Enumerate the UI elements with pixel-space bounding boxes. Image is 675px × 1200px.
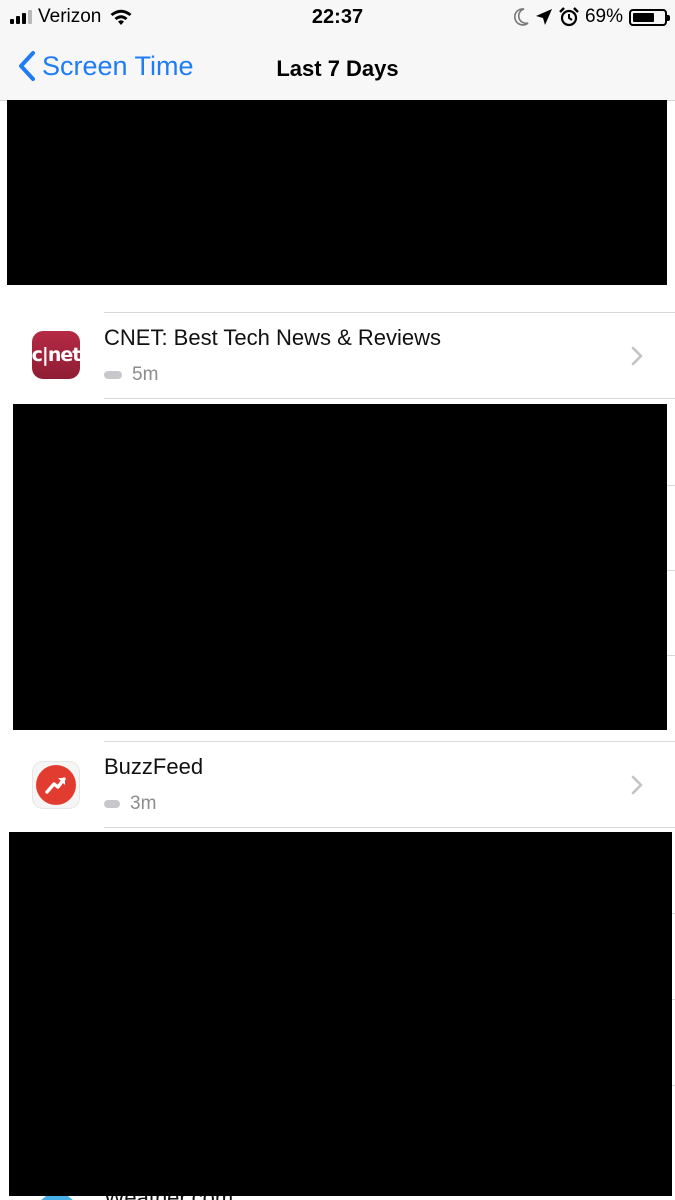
- chevron-right-icon: [631, 775, 643, 795]
- redacted-block: [9, 832, 672, 1196]
- status-bar: Verizon 22:37 69%: [0, 0, 675, 36]
- usage-bar: [104, 800, 120, 808]
- status-right: 69%: [513, 5, 670, 29]
- location-arrow-icon: [535, 9, 552, 25]
- list-item-buzzfeed[interactable]: BuzzFeed 3m: [0, 742, 675, 828]
- chevron-right-icon: [631, 346, 643, 366]
- redacted-block: [13, 404, 667, 730]
- battery-icon: [629, 8, 670, 26]
- row-separator: [104, 827, 675, 828]
- app-name: CNET: Best Tech News & Reviews: [104, 325, 442, 350]
- row-separator: [104, 398, 675, 399]
- list-item-cnet[interactable]: c|net CNET: Best Tech News & Reviews 5m: [0, 313, 675, 399]
- page-title: Last 7 Days: [276, 56, 399, 81]
- battery-level-fill: [633, 12, 654, 22]
- app-name: BuzzFeed: [104, 754, 204, 779]
- usage-time: 5m: [104, 364, 158, 386]
- cnet-icon: c|net: [32, 331, 80, 379]
- moon-icon: [513, 8, 529, 26]
- navigation-bar: Screen Time Last 7 Days: [0, 36, 675, 101]
- buzzfeed-icon: [32, 761, 80, 809]
- battery-percent: 69%: [584, 6, 623, 27]
- usage-time: 3m: [104, 793, 156, 815]
- redacted-block: [7, 100, 667, 285]
- alarm-clock-icon: [559, 7, 579, 27]
- usage-bar: [104, 371, 122, 379]
